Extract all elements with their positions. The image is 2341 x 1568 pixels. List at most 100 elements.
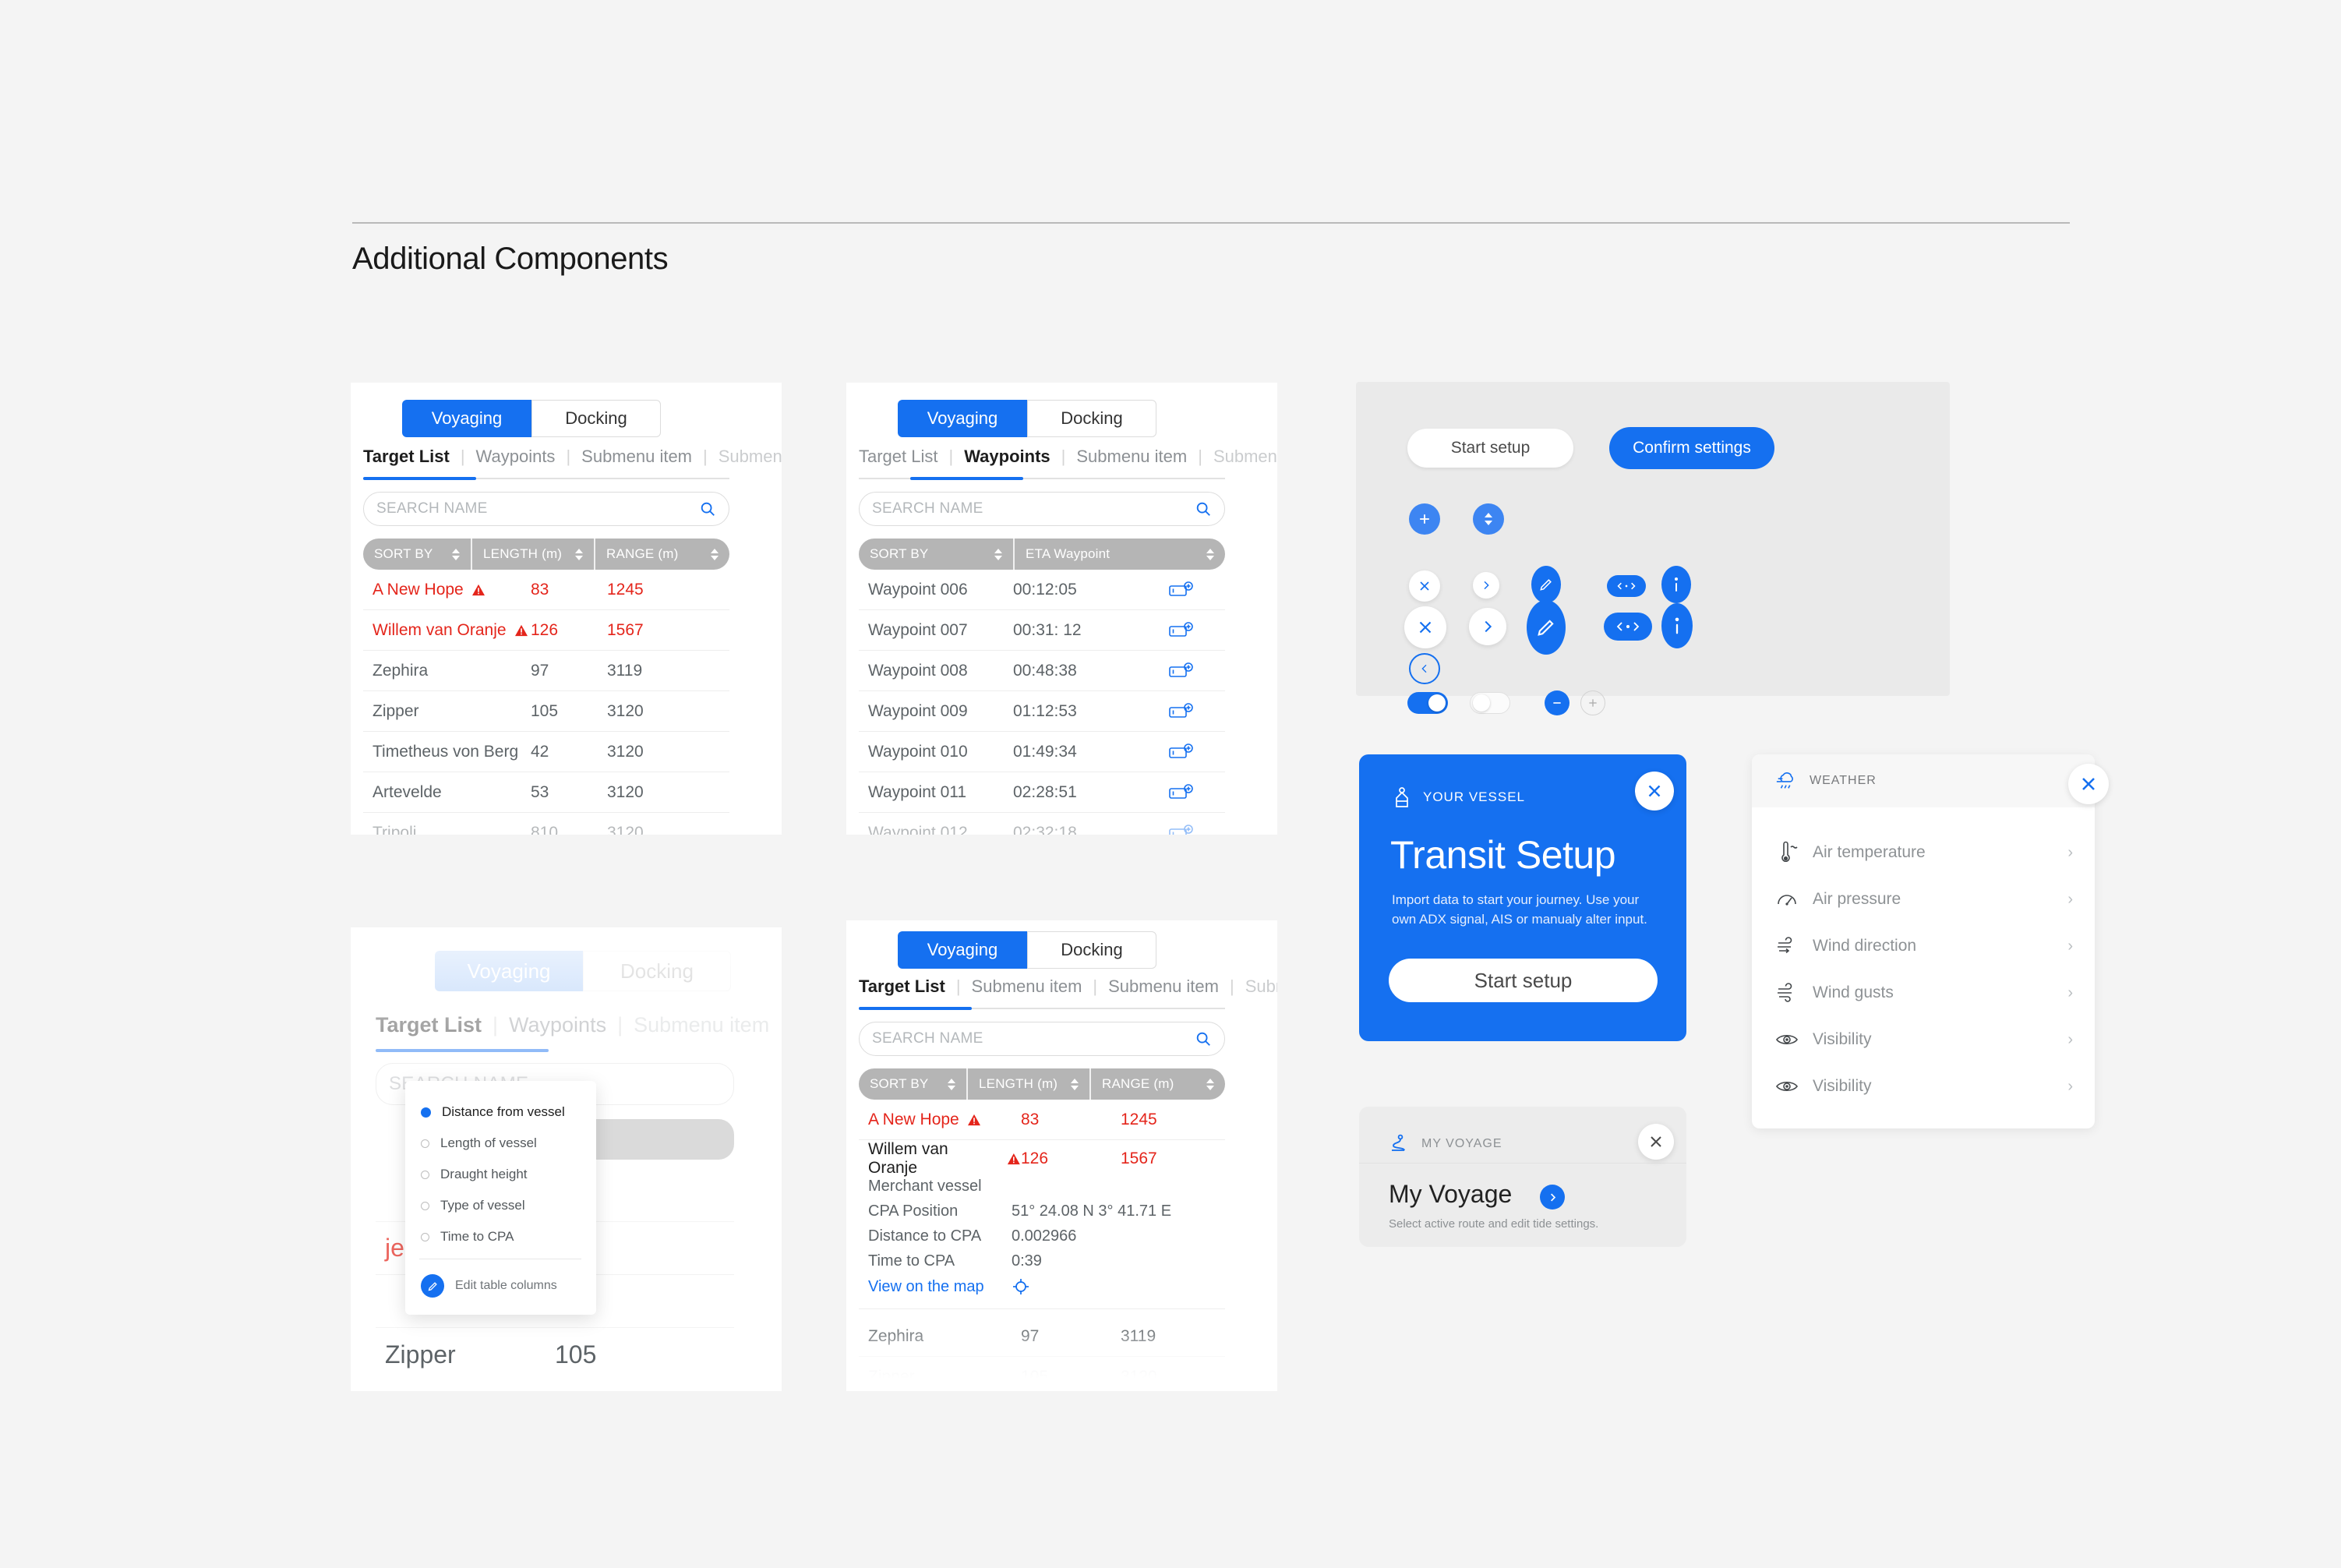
expand-collapse-button-small[interactable] [1607,575,1646,597]
submenu-item-submenu-1[interactable]: Submenu item [961,976,1093,997]
submenu-item-waypoints[interactable]: Waypoints [465,447,567,467]
submenu-item-submenu-2[interactable]: Submenu item [1202,447,1277,467]
add-waypoint-icon[interactable] [1169,743,1194,761]
submenu-item-waypoints[interactable]: Waypoints [953,447,1061,467]
sort-col-length[interactable]: LENGTH (m) [968,1068,1091,1100]
toggle-off[interactable] [1470,692,1510,714]
close-button[interactable] [2068,764,2109,804]
submenu-item-submenu-2[interactable]: Submenu item [708,447,782,467]
table-row[interactable]: Willem van Oranje 126 1567 [363,610,729,651]
table-row[interactable]: Waypoint 007 00:31: 12 [859,610,1225,651]
sort-updown-button[interactable] [1473,503,1504,535]
table-row[interactable]: Zipper 105 [376,1328,734,1381]
chevron-right-icon [1484,581,1489,590]
expand-collapse-button-large[interactable] [1604,613,1652,641]
zoom-out-button[interactable] [1545,690,1569,715]
table-row[interactable]: Zephira 97 3119 [859,1316,1225,1357]
tab-docking[interactable]: Docking [583,951,731,991]
edit-table-columns-button[interactable]: Edit table columns [421,1274,557,1298]
table-row-expanded[interactable]: Willem van Oranje 126 1567 [859,1140,1225,1178]
dropdown-option-time-to-cpa[interactable]: Time to CPA [421,1229,514,1245]
close-button-small[interactable] [1409,570,1440,602]
next-button-large[interactable] [1469,608,1506,645]
table-row[interactable]: Waypoint 006 00:12:05 [859,570,1225,610]
info-button-small[interactable] [1661,566,1691,603]
sort-col-sort-by[interactable]: SORT BY [859,1068,968,1100]
edit-button-small[interactable] [1531,566,1561,603]
dropdown-option-type-of-vessel[interactable]: Type of vessel [421,1198,525,1213]
table-row[interactable]: Waypoint 009 01:12:53 [859,691,1225,732]
tab-docking[interactable]: Docking [531,400,661,437]
voyage-go-button[interactable] [1540,1185,1565,1210]
tab-voyaging[interactable]: Voyaging [435,951,583,991]
weather-item-wind-gusts[interactable]: Wind gusts › [1752,969,2095,1016]
submenu-item-submenu-1[interactable]: Submenu item [570,447,703,467]
submenu-item-waypoints[interactable]: Waypoints [498,1013,617,1037]
submenu-item-submenu-3[interactable]: Subm [1234,976,1277,997]
weather-item-visibility-1[interactable]: Visibility › [1752,1016,2095,1063]
add-waypoint-icon[interactable] [1169,662,1194,680]
dropdown-option-distance-from-vessel[interactable]: Distance from vessel [421,1104,565,1120]
tab-voyaging[interactable]: Voyaging [402,400,531,437]
dropdown-option-length-of-vessel[interactable]: Length of vessel [421,1135,537,1151]
table-row[interactable]: Artevelde 53 3120 [363,772,729,813]
table-row[interactable]: A New Hope 83 1245 [859,1100,1225,1140]
add-waypoint-icon[interactable] [1169,581,1194,599]
weather-item-air-temperature[interactable]: Air temperature › [1752,829,2095,876]
close-button[interactable] [1638,1124,1674,1160]
sort-col-sort-by[interactable]: SORT BY [859,539,1015,570]
dropdown-option-draught-height[interactable]: Draught height [421,1167,528,1182]
sort-col-length[interactable]: LENGTH (m) [472,539,595,570]
table-row[interactable]: Waypoint 012 02:32:18 [859,813,1225,835]
start-setup-button[interactable]: Start setup [1389,959,1658,1002]
close-button-large[interactable] [1404,606,1446,648]
table-row[interactable]: Waypoint 011 02:28:51 [859,772,1225,813]
add-waypoint-icon[interactable] [1169,621,1194,639]
tab-docking[interactable]: Docking [1027,931,1156,969]
start-setup-button[interactable]: Start setup [1407,429,1573,468]
zoom-in-button[interactable] [1580,690,1605,715]
add-waypoint-icon[interactable] [1169,783,1194,801]
confirm-settings-button[interactable]: Confirm settings [1609,427,1774,469]
weather-item-air-pressure[interactable]: Air pressure › [1752,876,2095,923]
submenu-item-submenu-1[interactable]: Submenu item [623,1013,780,1037]
sort-col-range[interactable]: RANGE (m) [595,539,729,570]
table-row[interactable]: Tripoli 810 3120 [363,813,729,835]
tab-docking[interactable]: Docking [1027,400,1156,437]
sort-col-eta[interactable]: ETA Waypoint [1015,539,1225,570]
search-input[interactable]: SEARCH NAME [859,1022,1225,1056]
next-button-small[interactable] [1473,572,1499,599]
table-row[interactable]: Zephira 97 3119 [363,651,729,691]
search-input[interactable]: SEARCH NAME [859,492,1225,526]
tab-voyaging[interactable]: Voyaging [898,931,1027,969]
table-row[interactable]: A New Hope 83 1245 [363,570,729,610]
weather-item-visibility-2[interactable]: Visibility › [1752,1063,2095,1110]
back-button-outline[interactable] [1409,653,1440,684]
submenu-item-submenu-1[interactable]: Submenu item [1065,447,1198,467]
radio-selected-icon [421,1107,431,1118]
table-row[interactable]: Timetheus von Berg 42 3120 [363,732,729,772]
submenu-item-target-list[interactable]: Target List [859,447,949,467]
tab-voyaging[interactable]: Voyaging [898,400,1027,437]
submenu-item-submenu-2[interactable]: Submenu item [1097,976,1230,997]
table-row[interactable]: Waypoint 010 01:49:34 [859,732,1225,772]
table-row[interactable]: Waypoint 008 00:48:38 [859,651,1225,691]
close-button[interactable] [1635,772,1674,810]
add-waypoint-icon[interactable] [1169,825,1194,835]
edit-button-large[interactable] [1527,600,1566,655]
submenu-item-target-list[interactable]: Target List [859,976,956,997]
submenu-item-target-list[interactable]: Target List [363,447,461,467]
sort-col-range[interactable] [586,1119,734,1160]
info-button-large[interactable] [1661,603,1693,648]
sort-col-range[interactable]: RANGE (m) [1091,1068,1225,1100]
add-button-small[interactable] [1409,503,1440,535]
submenu-item-target-list[interactable]: Target List [376,1013,493,1037]
sort-col-sort-by[interactable]: SORT BY [363,539,472,570]
weather-item-wind-direction[interactable]: Wind direction › [1752,923,2095,969]
view-on-map-link[interactable]: View on the map [859,1277,1225,1309]
add-waypoint-icon[interactable] [1169,702,1194,720]
search-input[interactable]: SEARCH NAME [363,492,729,526]
toggle-on[interactable] [1407,692,1448,714]
table-row[interactable]: Zipper 105 3120 [363,691,729,732]
table-row[interactable]: Zipper 105 3120 [859,1357,1225,1391]
